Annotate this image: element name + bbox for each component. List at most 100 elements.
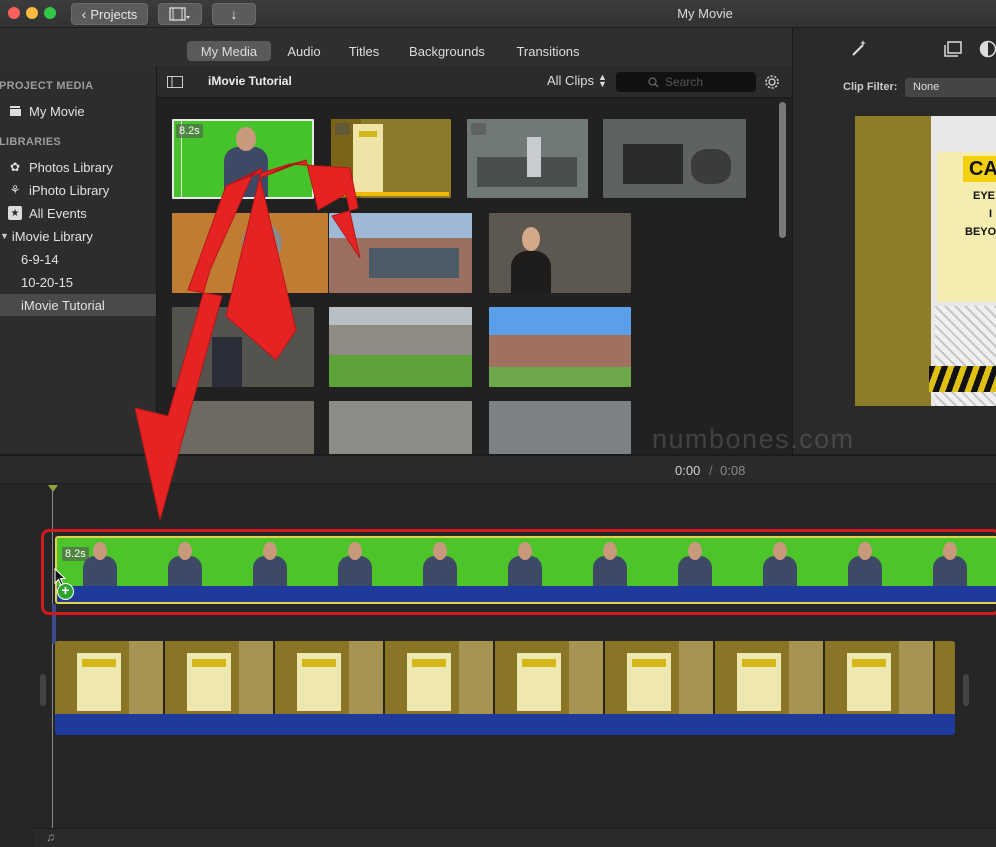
project-media-heading: PROJECT MEDIA [0, 80, 94, 92]
sidebar-item-label: 10-20-15 [21, 274, 74, 290]
photos-flower-icon: ✿ [9, 160, 21, 174]
clip-filter-label: All Clips [547, 73, 594, 88]
sign-text: EYE [973, 190, 996, 202]
sidebar-item-event-6-9-14[interactable]: 6-9-14 [0, 248, 156, 270]
filmstrip-frame [715, 641, 825, 714]
library-sidebar: PROJECT MEDIA My Movie LIBRARIES ✿ Photo… [0, 66, 156, 454]
chevron-left-icon: ‹ [81, 6, 87, 22]
filmstrip-frame [495, 641, 605, 714]
timeline-clip-caution-sign[interactable] [55, 641, 955, 735]
camera-icon [335, 123, 350, 135]
sidebar-item-my-movie[interactable]: My Movie [0, 100, 156, 122]
filmstrip-frame [385, 641, 495, 714]
star-icon: ★ [8, 206, 22, 220]
sidebar-item-label: Photos Library [29, 159, 113, 175]
sidebar-item-iphoto-library[interactable]: ⚘ iPhoto Library [0, 179, 156, 201]
watermark: numbones.com [652, 424, 855, 454]
palm-tree-icon: ⚘ [9, 183, 21, 197]
clip-thumbnail-arm[interactable] [329, 401, 472, 454]
clapperboard-icon [8, 104, 22, 118]
media-browser: iMovie Tutorial All Clips ▲ ▼ Search 8.2s [156, 66, 793, 454]
tab-transitions[interactable]: Transitions [508, 41, 588, 61]
filmstrip-frame [165, 641, 275, 714]
current-time: 0:00 [675, 463, 701, 478]
tab-backgrounds[interactable]: Backgrounds [401, 41, 493, 61]
clip-thumbnail-closeup[interactable] [172, 213, 328, 293]
search-field[interactable]: Search [616, 72, 756, 92]
event-title: iMovie Tutorial [208, 74, 292, 88]
clip-thumbnail-building-exterior[interactable] [489, 307, 631, 387]
sign-text: CA [969, 158, 996, 180]
sidebar-item-label: My Movie [29, 103, 85, 119]
clip-audio-waveform [55, 714, 955, 735]
sidebar-toggle-icon[interactable] [167, 76, 183, 88]
filmstrip-frame [935, 641, 955, 714]
updown-chevron-icon: ▲ ▼ [597, 71, 607, 89]
sidebar-item-label: iMovie Library [11, 228, 93, 244]
clip-thumbnail-caution-sign[interactable] [331, 119, 451, 198]
sidebar-item-label: 6-9-14 [21, 251, 59, 267]
zoom-window-button[interactable] [44, 7, 56, 19]
filmstrip-frame [825, 641, 935, 714]
sign-text: BEYO [965, 226, 996, 238]
filmstrip-frame [55, 641, 165, 714]
sign-text: I [989, 208, 993, 220]
clip-thumbnail-classroom[interactable] [489, 401, 631, 454]
time-separator: / [709, 463, 713, 478]
media-tab-bar: My Media Audio Titles Backgrounds Transi… [0, 28, 792, 66]
sidebar-item-label: All Events [29, 205, 87, 221]
clip-thumbnail-green-screen[interactable]: 8.2s [172, 119, 314, 199]
filmstrip-frame [605, 641, 715, 714]
search-placeholder: Search [665, 75, 704, 89]
magic-wand-icon[interactable] [849, 38, 869, 58]
minimize-window-button[interactable] [26, 7, 38, 19]
clip-video-filmstrip [55, 641, 955, 714]
gear-icon[interactable] [763, 73, 781, 91]
tab-my-media[interactable]: My Media [187, 41, 271, 61]
browser-header: iMovie Tutorial All Clips ▲ ▼ Search [157, 66, 793, 98]
projects-button[interactable]: ‹ Projects [71, 3, 148, 25]
filmstrip-frame [275, 641, 385, 714]
sidebar-item-event-10-20-15[interactable]: 10-20-15 [0, 271, 156, 293]
sidebar-item-photos-library[interactable]: ✿ Photos Library [0, 156, 156, 178]
libraries-heading: LIBRARIES [0, 136, 61, 148]
down-arrow-icon: ↓ [230, 6, 238, 22]
sidebar-item-imovie-tutorial[interactable]: iMovie Tutorial [0, 294, 156, 316]
import-button[interactable]: ↓ [212, 3, 256, 25]
music-note-icon: ♫ [46, 830, 55, 844]
tab-audio[interactable]: Audio [279, 41, 329, 61]
filmstrip-icon [169, 7, 190, 21]
clip-thumbnail-lab[interactable] [172, 401, 314, 454]
total-time: 0:08 [720, 463, 746, 478]
close-window-button[interactable] [8, 7, 20, 19]
timeline-left-edge-handle[interactable] [40, 674, 46, 706]
clip-filter-popup[interactable]: None [905, 78, 996, 97]
browser-scrollbar[interactable] [779, 102, 786, 238]
clip-thumbnail-machinery[interactable] [603, 119, 746, 198]
clip-thumbnail-brick-building[interactable] [329, 213, 472, 293]
clip-thumbnail-presenter[interactable] [489, 213, 631, 293]
sidebar-item-label: iPhoto Library [29, 182, 110, 198]
sidebar-item-all-events[interactable]: ★ All Events [0, 202, 156, 224]
viewer-preview: CA EYE I BEYO [855, 116, 996, 406]
clip-thumbnail-workers[interactable] [172, 307, 314, 387]
clip-filter-popup[interactable]: All Clips ▲ ▼ [547, 71, 607, 89]
timeline-right-edge-handle[interactable] [963, 674, 969, 706]
tab-titles[interactable]: Titles [340, 41, 388, 61]
media-import-button[interactable] [158, 3, 202, 25]
timeline-footer: ♫ [34, 828, 996, 847]
clip-thumbnail-workshop[interactable] [467, 119, 588, 198]
sidebar-item-label: iMovie Tutorial [21, 297, 105, 313]
camera-icon [471, 123, 486, 135]
search-icon [648, 76, 659, 87]
title-bar: ‹ Projects ↓ My Movie [0, 0, 996, 28]
disclosure-triangle-icon[interactable]: ▼ [0, 231, 9, 241]
clip-thumbnail-campus-sign[interactable] [329, 307, 472, 387]
clip-filter-label: Clip Filter: [843, 81, 898, 93]
color-balance-icon[interactable] [979, 40, 996, 58]
highlight-box [41, 529, 996, 615]
crop-icon[interactable] [943, 40, 963, 58]
playhead-handle-icon[interactable] [48, 485, 58, 492]
window-title: My Movie [677, 6, 733, 21]
sidebar-item-imovie-library[interactable]: ▼ iMovie Library [0, 225, 156, 247]
